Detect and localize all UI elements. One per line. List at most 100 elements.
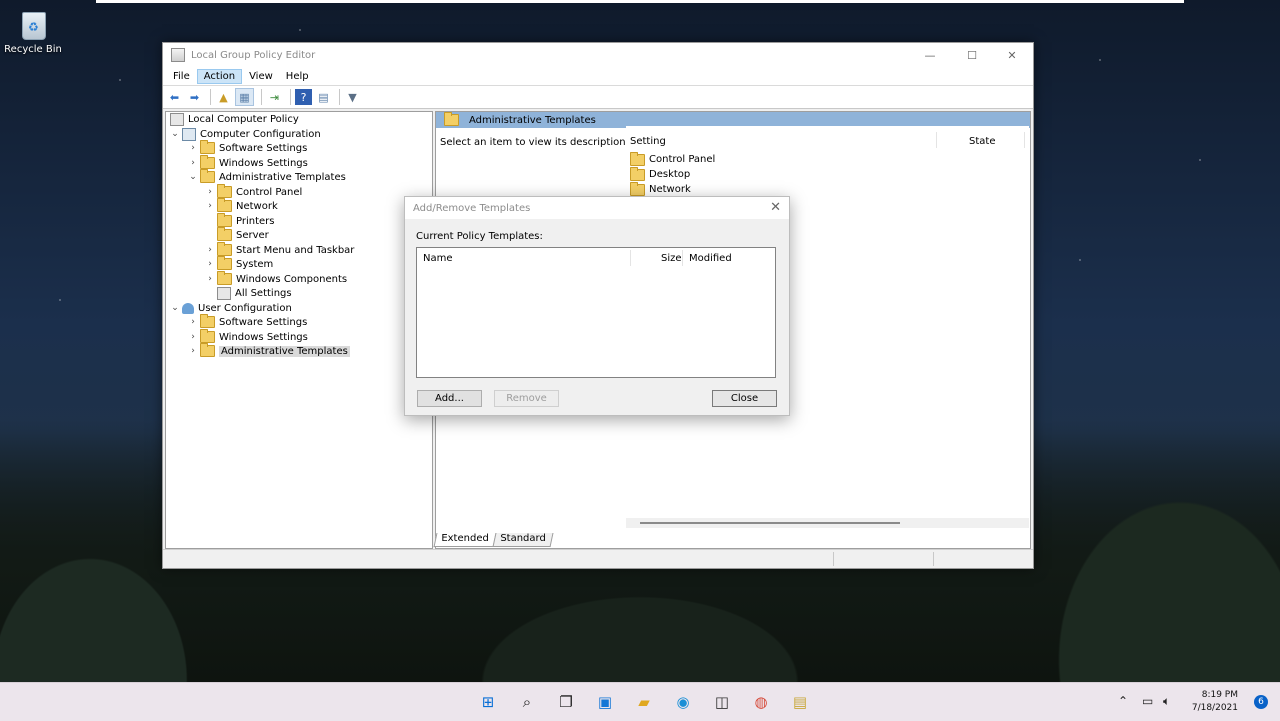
tab-extended[interactable]: Extended [433, 533, 496, 547]
edge-browser-icon[interactable]: ◉ [672, 691, 694, 713]
recycle-bin-icon: ♻ [18, 6, 48, 40]
menu-file[interactable]: File [167, 70, 196, 83]
chrome-icon[interactable]: ◍ [750, 691, 772, 713]
dialog-titlebar[interactable]: Add/Remove Templates ✕ [405, 197, 789, 219]
gpedit-taskbar-icon[interactable]: ▤ [789, 691, 811, 713]
folder-icon [200, 140, 215, 154]
chevron-down-icon[interactable]: ⌄ [170, 129, 180, 139]
current-templates-label: Current Policy Templates: [416, 231, 543, 242]
folder-icon [200, 155, 215, 169]
volume-icon[interactable]: 🔈︎ [1163, 694, 1170, 709]
folder-icon [630, 166, 645, 181]
widgets-icon[interactable]: ▣ [594, 691, 616, 713]
minimize-icon[interactable]: — [909, 43, 951, 67]
menu-action[interactable]: Action [196, 68, 243, 84]
chevron-right-icon[interactable]: › [188, 158, 198, 168]
add-button[interactable]: Add... [417, 390, 482, 407]
start-icon[interactable]: ⊞ [477, 691, 499, 713]
store-icon[interactable]: ◫ [711, 691, 733, 713]
file-explorer-icon[interactable]: ▰ [633, 691, 655, 713]
chevron-right-icon[interactable]: › [188, 317, 198, 327]
close-icon[interactable]: ✕ [991, 43, 1033, 67]
tree-item-user-configuration[interactable]: ⌄ User Configuration [170, 301, 292, 315]
chevron-up-icon[interactable]: ⌃ [1118, 694, 1128, 708]
list-column-headers: Setting State [626, 126, 1029, 148]
forward-arrow-icon[interactable]: ➡ [186, 89, 203, 105]
column-size[interactable]: Size [661, 253, 682, 264]
toolbar: ⬅ ➡ ▲ ▦ ⇥ ? ▤ ▼ [163, 86, 1033, 109]
tree-item-start-menu-and-taskbar[interactable]: › Start Menu and Taskbar [205, 242, 354, 257]
back-arrow-icon[interactable]: ⬅ [166, 89, 183, 105]
tree-item-network[interactable]: › Network [205, 198, 278, 213]
recycle-bin-desktop-icon[interactable]: ♻ Recycle Bin [4, 6, 62, 55]
export-list-icon[interactable]: ⇥ [266, 89, 283, 105]
tree-item-administrative-templates[interactable]: ⌄ Administrative Templates [188, 169, 346, 184]
clock[interactable]: 8:19 PM 7/18/2021 [1192, 689, 1238, 715]
scrollbar-thumb[interactable] [640, 522, 900, 524]
up-folder-icon[interactable]: ▲ [215, 89, 232, 105]
list-item[interactable]: Desktop [630, 166, 715, 182]
tab-standard[interactable]: Standard [492, 533, 553, 547]
tree-item-all-settings[interactable]: All Settings [205, 286, 292, 300]
task-view-icon[interactable]: ❐ [555, 691, 577, 713]
chevron-right-icon[interactable]: › [205, 201, 215, 211]
menu-view[interactable]: View [243, 70, 279, 83]
search-icon[interactable]: ⌕ [516, 691, 538, 713]
chevron-right-icon[interactable]: › [205, 259, 215, 269]
folder-icon [200, 329, 215, 343]
tree-item-computer-configuration[interactable]: ⌄ Computer Configuration [170, 127, 321, 141]
description-text: Select an item to view its description. [440, 137, 629, 148]
window-titlebar[interactable]: Local Group Policy Editor — ☐ ✕ [163, 43, 1033, 67]
menu-bar: File Action View Help [163, 67, 1033, 86]
gpedit-app-icon [171, 48, 185, 62]
folder-icon [217, 227, 232, 241]
tree-item-windows-components[interactable]: › Windows Components [205, 271, 347, 286]
chevron-right-icon[interactable]: › [188, 346, 198, 356]
list-item[interactable]: Control Panel [630, 151, 715, 167]
tree-item-control-panel[interactable]: › Control Panel [205, 184, 302, 199]
chevron-right-icon[interactable]: › [205, 187, 215, 197]
horizontal-scrollbar[interactable] [626, 518, 1029, 528]
help-icon[interactable]: ? [295, 89, 312, 105]
tree-item-server[interactable]: Server [205, 227, 269, 242]
folder-icon [217, 256, 232, 270]
folder-icon [630, 151, 645, 166]
window-title: Local Group Policy Editor [191, 49, 316, 61]
column-state[interactable]: State [969, 136, 995, 147]
tree-item-user-software-settings[interactable]: › Software Settings [188, 314, 307, 329]
tree-item-user-administrative-templates[interactable]: › Administrative Templates [188, 343, 350, 358]
show-hide-tree-icon[interactable]: ▦ [235, 88, 254, 106]
close-icon[interactable]: ✕ [770, 200, 781, 215]
properties-icon[interactable]: ▤ [315, 89, 332, 105]
user-icon [182, 302, 194, 314]
maximize-icon[interactable]: ☐ [951, 43, 993, 67]
list-item[interactable]: Network [630, 181, 715, 197]
tree-item-local-computer-policy[interactable]: Local Computer Policy [170, 112, 299, 126]
tree-item-software-settings[interactable]: › Software Settings [188, 140, 307, 155]
remove-button[interactable]: Remove [494, 390, 559, 407]
column-name[interactable]: Name [423, 253, 453, 264]
network-icon[interactable]: ▭ [1142, 694, 1153, 708]
chevron-right-icon[interactable]: › [188, 143, 198, 153]
view-tabs: Extended Standard [433, 532, 553, 547]
dialog-title: Add/Remove Templates [413, 202, 531, 214]
column-modified[interactable]: Modified [689, 253, 732, 264]
chevron-right-icon[interactable]: › [188, 332, 198, 342]
chevron-down-icon[interactable]: ⌄ [170, 303, 180, 313]
column-setting[interactable]: Setting [630, 136, 666, 147]
policy-icon [170, 112, 184, 126]
tree-item-system[interactable]: › System [205, 256, 273, 271]
tree-item-user-windows-settings[interactable]: › Windows Settings [188, 329, 308, 344]
notification-badge[interactable]: 6 [1254, 695, 1268, 709]
policy-tree: Local Computer Policy ⌄ Computer Configur… [165, 111, 433, 549]
tree-item-windows-settings[interactable]: › Windows Settings [188, 155, 308, 170]
templates-list[interactable]: Name Size Modified [416, 247, 776, 378]
close-button[interactable]: Close [712, 390, 777, 407]
menu-help[interactable]: Help [280, 70, 315, 83]
chevron-right-icon[interactable]: › [205, 274, 215, 284]
tree-item-printers[interactable]: Printers [205, 213, 274, 228]
chevron-right-icon[interactable]: › [205, 245, 215, 255]
filter-icon[interactable]: ▼ [344, 89, 361, 105]
clock-time: 8:19 PM [1201, 690, 1238, 700]
chevron-down-icon[interactable]: ⌄ [188, 172, 198, 182]
